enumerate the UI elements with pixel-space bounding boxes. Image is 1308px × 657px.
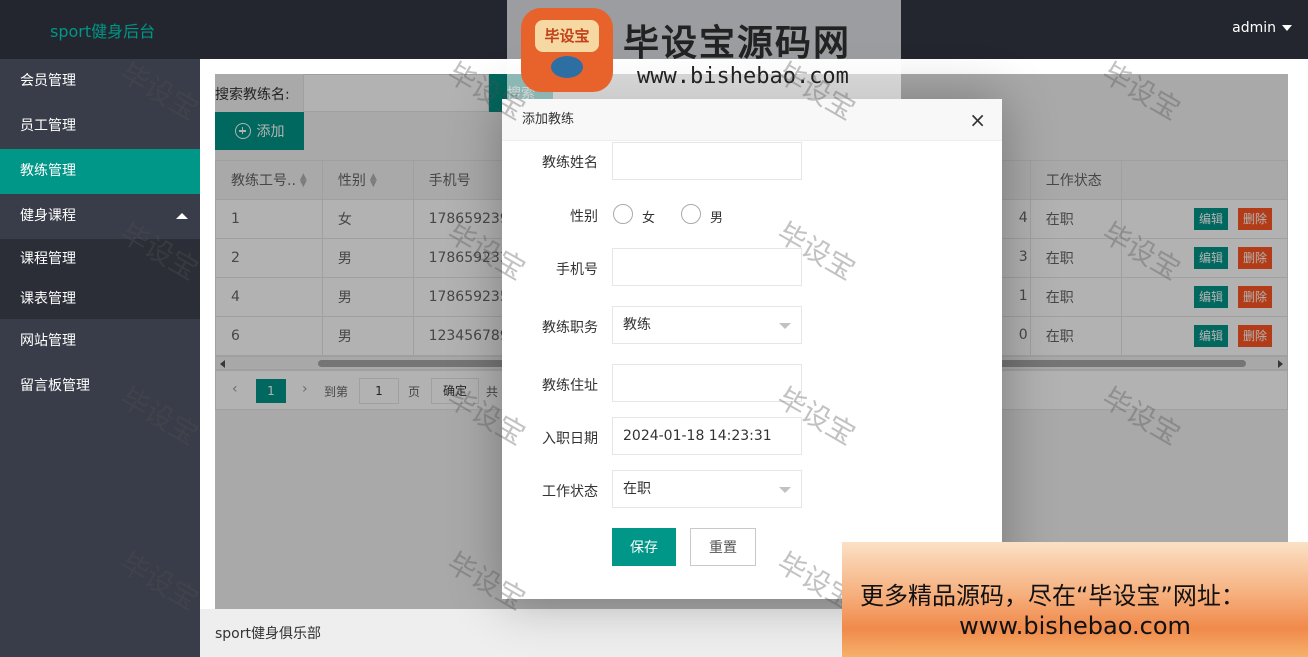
position-select-value: 教练 [623, 317, 651, 333]
position-select[interactable]: 教练 [612, 306, 802, 344]
radio-female[interactable] [613, 204, 633, 224]
address-input[interactable] [612, 364, 802, 402]
watermark-logo-icon: 毕设宝 [521, 8, 613, 92]
promo-line-2: www.bishebao.com [959, 612, 1191, 640]
chevron-down-icon [779, 323, 791, 329]
phone-label: 手机号 [556, 262, 598, 278]
add-coach-dialog: 添加教练 × 教练姓名 性别 女 男 手机号 教练职务 教练 教练住址 入职日期… [502, 99, 1002, 599]
address-label: 教练住址 [542, 378, 598, 394]
radio-male[interactable] [681, 204, 701, 224]
footer-text: sport健身俱乐部 [215, 626, 321, 642]
hire-date-input[interactable]: 2024-01-18 14:23:31 [612, 417, 802, 455]
promo-banner: 更多精品源码，尽在“毕设宝”网址： www.bishebao.com [842, 542, 1308, 657]
work-status-select[interactable]: 在职 [612, 470, 802, 508]
hire-date-label: 入职日期 [542, 431, 598, 447]
chevron-up-icon [176, 213, 188, 219]
sidebar-item-schedule-manage[interactable]: 课表管理 [0, 279, 200, 319]
watermark-url: www.bishebao.com [637, 64, 849, 89]
radio-female-label[interactable]: 女 [642, 207, 655, 226]
dialog-title-bar: 添加教练 × [502, 99, 1002, 141]
dialog-title: 添加教练 [522, 112, 575, 127]
promo-line-1: 更多精品源码，尽在“毕设宝”网址： [860, 582, 1245, 610]
sidebar-item-course-manage[interactable]: 课程管理 [0, 239, 200, 279]
sidebar-item-members[interactable]: 会员管理 [0, 59, 200, 104]
close-icon[interactable]: × [969, 99, 986, 141]
chevron-down-icon [779, 487, 791, 493]
reset-button[interactable]: 重置 [690, 528, 756, 566]
save-button[interactable]: 保存 [612, 528, 676, 566]
watermark-brand: 毕设宝源码网 [623, 23, 852, 64]
name-label: 教练姓名 [542, 155, 598, 171]
sidebar-submenu: 课程管理 课表管理 [0, 239, 200, 319]
name-input[interactable] [612, 142, 802, 180]
sidebar-item-site[interactable]: 网站管理 [0, 319, 200, 364]
sidebar-group-label: 健身课程 [20, 208, 76, 224]
watermark-banner: 毕设宝 毕设宝源码网 www.bishebao.com [507, 0, 901, 99]
user-name: admin [1232, 20, 1276, 36]
sidebar-item-coaches[interactable]: 教练管理 [0, 149, 200, 194]
sidebar-item-messages[interactable]: 留言板管理 [0, 364, 200, 409]
position-label: 教练职务 [542, 320, 598, 336]
sidebar-group-courses[interactable]: 健身课程 [0, 194, 200, 239]
user-menu[interactable]: admin [1232, 20, 1292, 36]
watermark-logo-eye [551, 56, 583, 78]
phone-input[interactable] [612, 248, 802, 286]
chevron-down-icon [1282, 25, 1292, 31]
app-logo[interactable]: sport健身后台 [50, 18, 155, 42]
radio-male-label[interactable]: 男 [710, 207, 723, 226]
work-status-label: 工作状态 [542, 484, 598, 500]
work-status-select-value: 在职 [623, 481, 651, 497]
sidebar: 会员管理 员工管理 教练管理 健身课程 课程管理 课表管理 网站管理 留言板管理 [0, 59, 200, 657]
sidebar-item-staff[interactable]: 员工管理 [0, 104, 200, 149]
gender-label: 性别 [570, 209, 598, 225]
watermark-logo-text: 毕设宝 [535, 20, 599, 52]
